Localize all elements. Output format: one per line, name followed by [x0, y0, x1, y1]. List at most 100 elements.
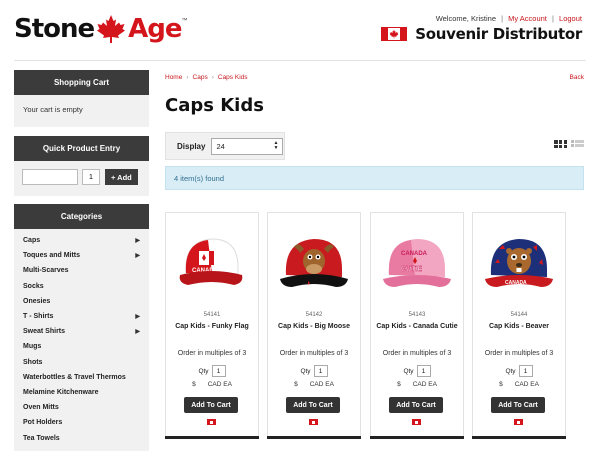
- chevron-right-icon: ▶: [135, 314, 140, 321]
- categories-title: Categories: [60, 212, 103, 221]
- currency-symbol: $: [397, 381, 401, 388]
- category-item-sweat-shirts[interactable]: Sweat Shirts ▶: [23, 324, 140, 339]
- divider: |: [501, 14, 504, 23]
- user-links: Welcome, Kristine | My Account | Logout: [436, 14, 582, 23]
- category-item-caps[interactable]: Caps ▶: [23, 233, 140, 248]
- canada-flag-icon: [309, 419, 318, 425]
- product-card: CANADA 54144 Cap Kids - Beaver Order in …: [472, 212, 566, 439]
- page-title: Caps Kids: [165, 95, 264, 116]
- breadcrumb-home[interactable]: Home: [165, 74, 182, 81]
- breadcrumb-current[interactable]: Caps Kids: [218, 74, 248, 81]
- category-item-waterbottles[interactable]: Waterbottles & Travel Thermos: [23, 370, 140, 385]
- order-multiples: Order in multiples of 3: [177, 350, 247, 357]
- items-found-alert: 4 item(s) found: [165, 166, 584, 190]
- currency-symbol: $: [294, 381, 298, 388]
- qty-input[interactable]: 1: [211, 365, 226, 377]
- product-name[interactable]: Cap Kids - Big Moose: [268, 323, 360, 330]
- cart-empty-text: Your cart is empty: [23, 105, 83, 114]
- distributor-banner: Souvenir Distributor: [381, 25, 582, 43]
- add-to-cart-button[interactable]: Add To Cart: [286, 397, 340, 413]
- chevron-right-icon: ▶: [135, 238, 140, 245]
- distributor-title: Souvenir Distributor: [415, 25, 582, 43]
- order-multiples: Order in multiples of 3: [484, 350, 554, 357]
- display-control: Display 24 ▲ ▼: [165, 132, 285, 160]
- category-item-melamine-kitchenware[interactable]: Melamine Kitchenware: [23, 385, 140, 400]
- categories-header: Categories: [14, 204, 149, 229]
- currency-symbol: $: [192, 381, 196, 388]
- category-item-toques-and-mitts[interactable]: Toques and Mitts ▶: [23, 248, 140, 263]
- qty-label: Qty: [198, 367, 209, 375]
- category-item-socks[interactable]: Socks: [23, 279, 140, 294]
- breadcrumb: Home › Caps › Caps Kids: [165, 74, 248, 81]
- product-sku: 54144: [510, 312, 528, 318]
- cap-canada-cutie-icon[interactable]: CANADA CUTIE: [377, 223, 457, 303]
- card-bottom-bar: [370, 436, 464, 439]
- order-multiples: Order in multiples of 3: [382, 350, 452, 357]
- cap-beaver-icon[interactable]: CANADA: [479, 223, 559, 303]
- quick-add-button[interactable]: + Add: [105, 169, 138, 185]
- logo-trademark: ™: [181, 18, 188, 24]
- chevron-right-icon: ▶: [135, 329, 140, 336]
- display-select-value: 24: [216, 141, 225, 151]
- category-item-oven-mitts[interactable]: Oven Mitts: [23, 400, 140, 415]
- cap-funky-flag-icon[interactable]: CANADA: [172, 223, 252, 303]
- breadcrumb-caps[interactable]: Caps: [193, 74, 208, 81]
- cap-big-moose-icon[interactable]: [274, 223, 354, 303]
- price-unit: CAD EA: [412, 381, 437, 388]
- quick-entry-title: Quick Product Entry: [42, 144, 121, 153]
- card-bottom-bar: [267, 436, 361, 439]
- site-logo[interactable]: Stone Age ™: [14, 12, 188, 46]
- price-unit: CAD EA: [514, 381, 539, 388]
- qty-input[interactable]: 1: [518, 365, 533, 377]
- canada-flag-icon: [381, 27, 408, 41]
- logo-text-right: Age: [128, 14, 182, 44]
- qty-input[interactable]: 1: [313, 365, 328, 377]
- add-to-cart-button[interactable]: Add To Cart: [184, 397, 238, 413]
- product-name[interactable]: Cap Kids - Beaver: [473, 323, 565, 330]
- view-toggle: [554, 140, 584, 149]
- category-item-t-shirts[interactable]: T - Shirts ▶: [23, 309, 140, 324]
- category-list: Caps ▶ Toques and Mitts ▶ Multi-Scarves So…: [14, 229, 149, 450]
- logout-link[interactable]: Logout: [559, 14, 582, 23]
- items-found-text: 4 item(s) found: [174, 173, 225, 183]
- product-name[interactable]: Cap Kids - Canada Cutie: [371, 323, 463, 330]
- product-sku: 54141: [203, 312, 221, 318]
- product-card: CANADA 54141 Cap Kids - Funky Flag Order…: [165, 212, 259, 439]
- canada-flag-icon: [207, 419, 216, 425]
- qty-label: Qty: [403, 367, 414, 375]
- category-item-pot-holders[interactable]: Pot Holders: [23, 415, 140, 430]
- category-item-tea-towels[interactable]: Tea Towels: [23, 430, 140, 445]
- card-bottom-bar: [472, 436, 566, 439]
- breadcrumb-separator: ›: [186, 74, 189, 81]
- quick-entry-header: Quick Product Entry: [14, 136, 149, 161]
- product-code-input[interactable]: [22, 169, 78, 185]
- grid-view-icon[interactable]: [554, 140, 567, 149]
- divider: |: [552, 14, 554, 23]
- chevron-right-icon: ▶: [135, 253, 140, 260]
- add-to-cart-button[interactable]: Add To Cart: [491, 397, 545, 413]
- shopping-cart-header: Shopping Cart: [14, 70, 149, 95]
- product-name[interactable]: Cap Kids - Funky Flag: [166, 323, 258, 330]
- categories-panel: Caps ▶ Toques and Mitts ▶ Multi-Scarves So…: [14, 229, 149, 451]
- category-item-multi-scarves[interactable]: Multi-Scarves: [23, 263, 140, 278]
- welcome-text: Welcome, Kristine: [435, 14, 496, 23]
- canada-flag-icon: [514, 419, 523, 425]
- product-sku: 54142: [305, 312, 323, 318]
- add-to-cart-button[interactable]: Add To Cart: [389, 397, 443, 413]
- header-divider: [14, 60, 586, 61]
- category-item-shots[interactable]: Shots: [23, 355, 140, 370]
- svg-text:CUTIE: CUTIE: [401, 266, 422, 273]
- product-card: CANADA CUTIE 54143 Cap Kids - Canada Cut…: [370, 212, 464, 439]
- order-multiples: Order in multiples of 3: [279, 350, 349, 357]
- back-link[interactable]: Back: [570, 74, 584, 81]
- product-sku: 54143: [408, 312, 426, 318]
- quick-qty-input[interactable]: [82, 169, 100, 185]
- my-account-link[interactable]: My Account: [508, 14, 547, 23]
- list-view-icon[interactable]: [571, 140, 584, 148]
- currency-symbol: $: [499, 381, 503, 388]
- qty-input[interactable]: 1: [416, 365, 431, 377]
- display-select[interactable]: 24 ▲ ▼: [211, 137, 284, 155]
- category-item-mugs[interactable]: Mugs: [23, 339, 140, 354]
- category-item-onesies[interactable]: Onesies: [23, 294, 140, 309]
- price-unit: CAD EA: [207, 381, 232, 388]
